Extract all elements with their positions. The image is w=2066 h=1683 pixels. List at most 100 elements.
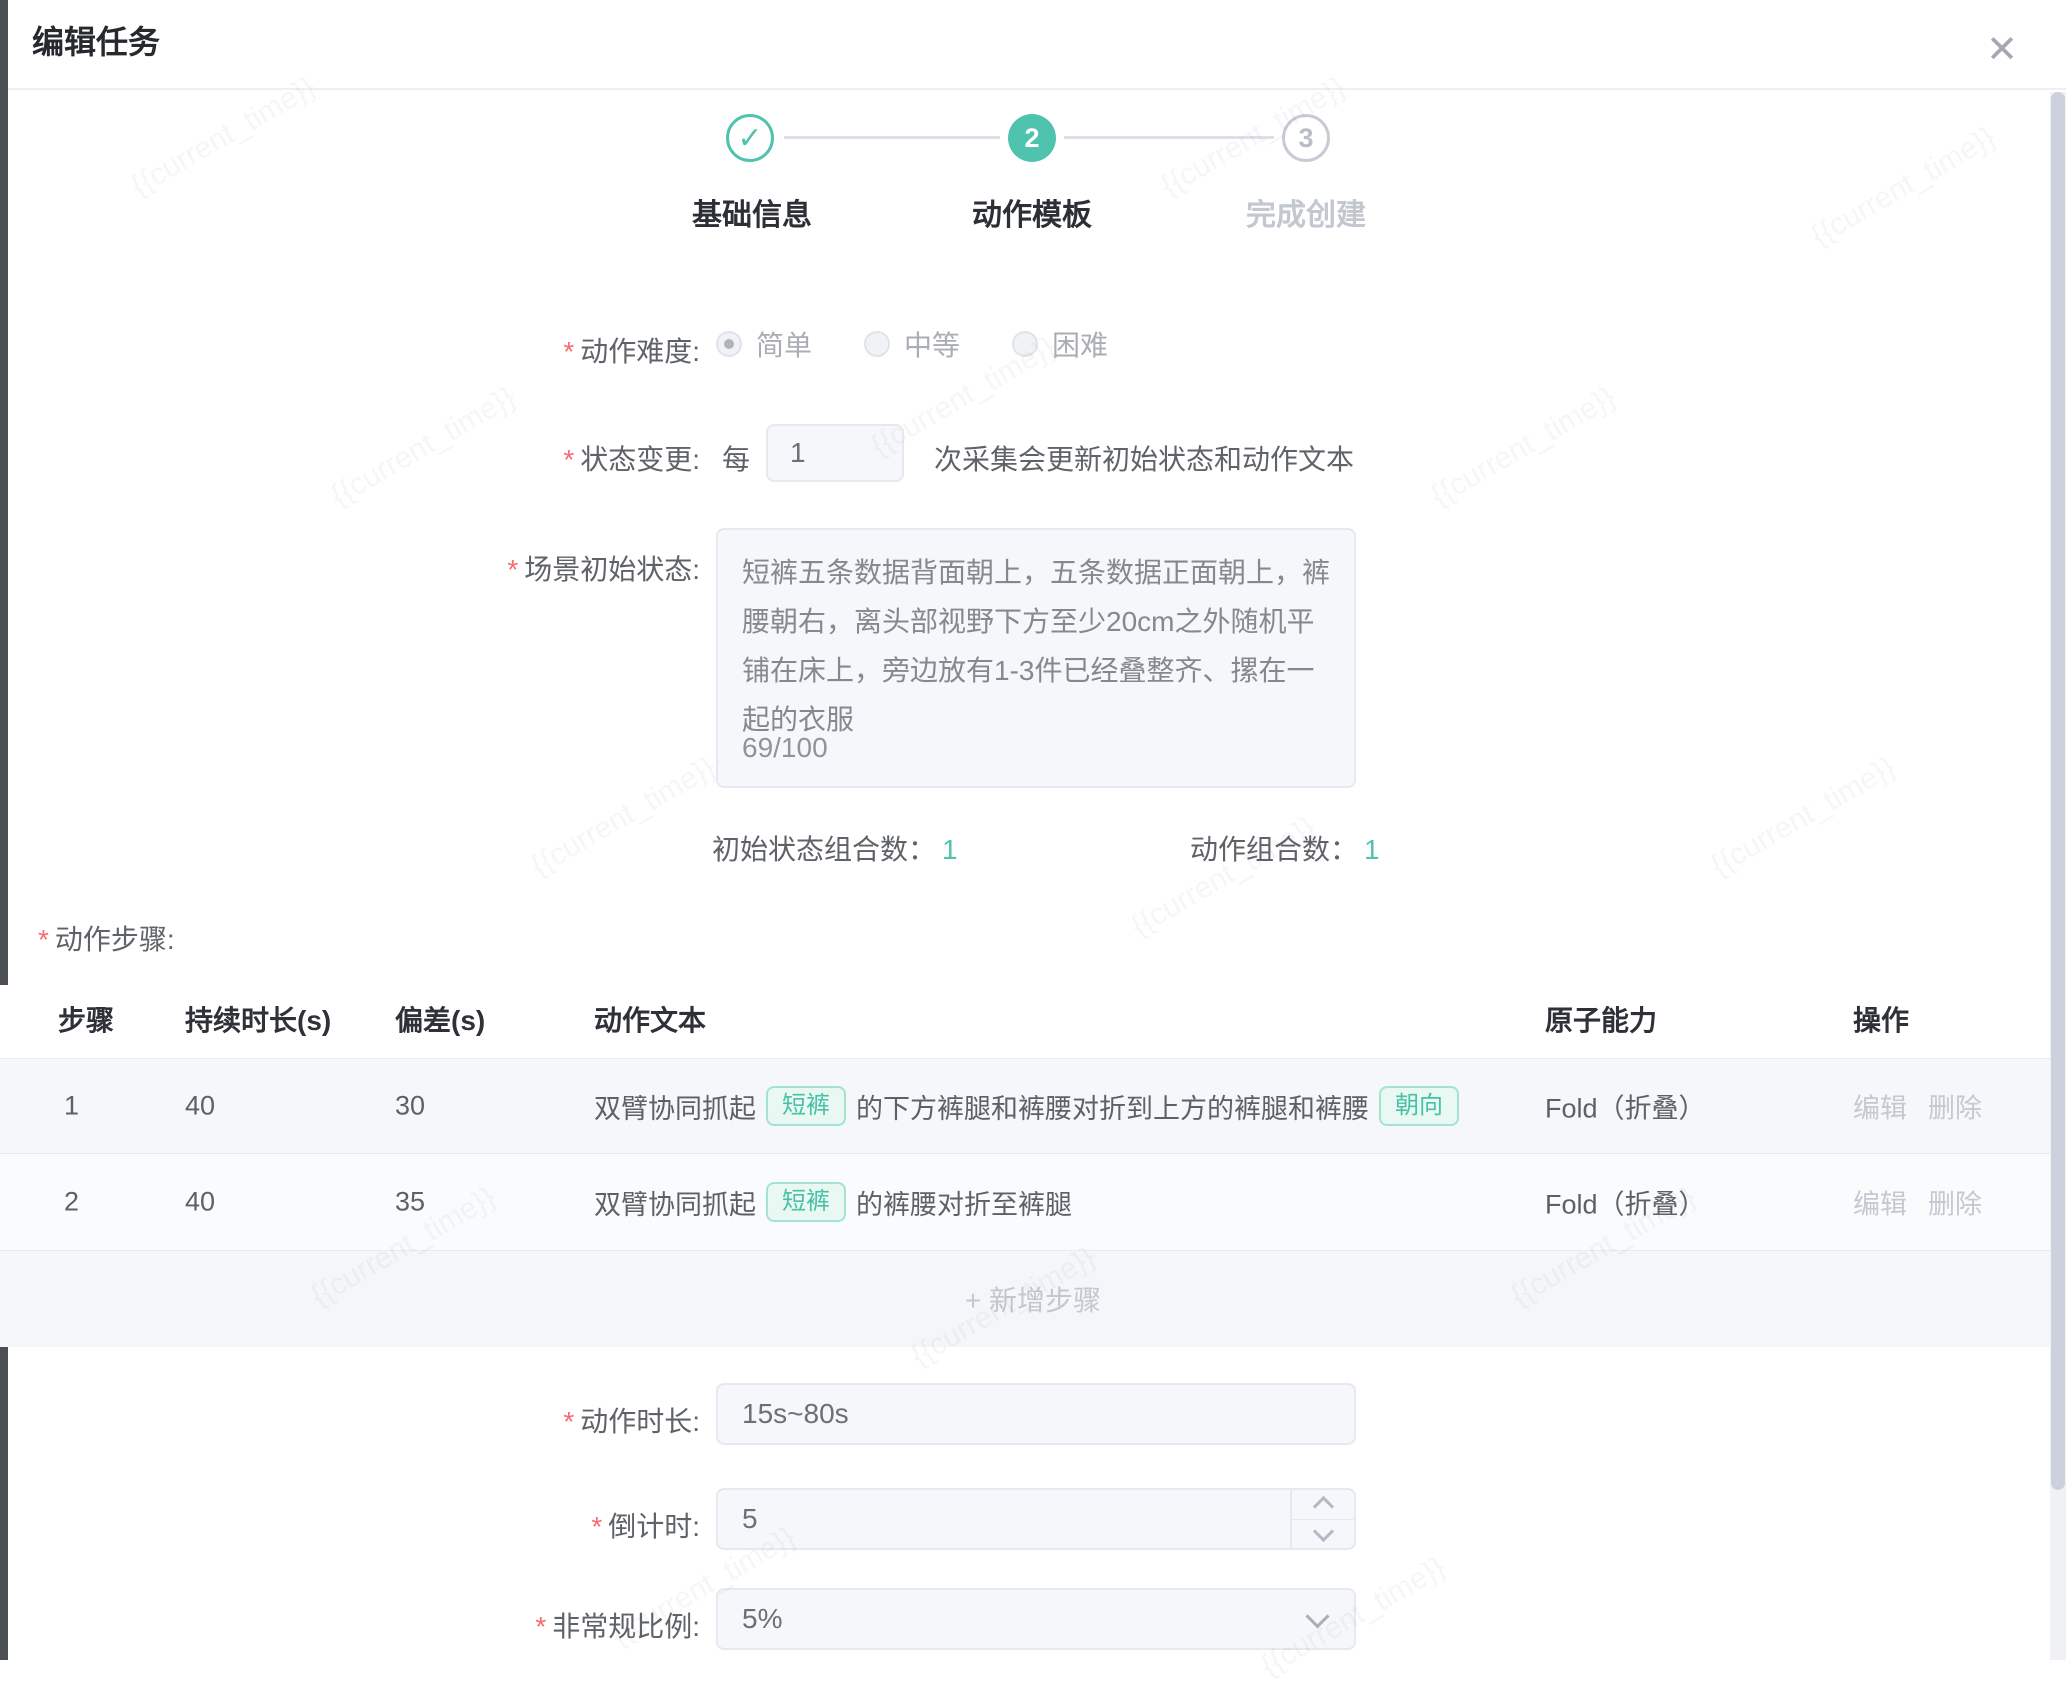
orientation-tag[interactable]: 朝向 — [1379, 1086, 1459, 1126]
duration-value: 40 — [185, 1187, 215, 1218]
step1-check-icon: ✓ — [726, 114, 774, 162]
radio-unselected-icon — [864, 331, 890, 357]
countdown-label: *倒计时: — [0, 1505, 700, 1545]
step3-number: 3 — [1298, 123, 1313, 154]
step-connector-2 — [1064, 136, 1274, 139]
required-mark: * — [563, 336, 574, 367]
chevron-up-icon — [1312, 1496, 1333, 1517]
decrease-button[interactable] — [1292, 1520, 1354, 1549]
col-action-text: 动作文本 — [594, 999, 706, 1039]
scrollbar-thumb[interactable] — [2051, 92, 2065, 1490]
unusual-ratio-label: *非常规比例: — [0, 1605, 700, 1645]
step-connector-1 — [784, 136, 1000, 139]
scrollbar-track[interactable] — [2050, 92, 2066, 1660]
col-offset: 偏差(s) — [395, 999, 485, 1039]
required-mark: * — [563, 444, 574, 475]
col-step: 步骤 — [58, 999, 114, 1039]
unusual-ratio-value: 5% — [742, 1603, 782, 1634]
initial-state-textarea[interactable]: 短裤五条数据背面朝上，五条数据正面朝上，裤腰朝右，离头部视野下方至少20cm之外… — [716, 528, 1356, 788]
add-step-row[interactable]: + 新增步骤 — [0, 1250, 2066, 1347]
action-steps-section-label: *动作步骤: — [38, 918, 175, 958]
action-text-part: 的裤腰对折至裤腿 — [856, 1183, 1072, 1222]
edit-link[interactable]: 编辑 — [1853, 1087, 1907, 1126]
step3-circle: 3 — [1282, 114, 1330, 162]
initial-state-text: 短裤五条数据背面朝上，五条数据正面朝上，裤腰朝右，离头部视野下方至少20cm之外… — [742, 557, 1330, 735]
dialog-title: 编辑任务 — [32, 22, 160, 62]
state-change-suffix: 次采集会更新初始状态和动作文本 — [934, 438, 1354, 478]
action-duration-label-text: 动作时长: — [580, 1406, 700, 1437]
action-combo-label: 动作组合数： — [1190, 834, 1358, 865]
unusual-ratio-label-text: 非常规比例: — [552, 1611, 700, 1642]
required-mark: * — [535, 1611, 546, 1642]
table-row: 2 40 35 双臂协同抓起 短裤 的裤腰对折至裤腿 Fold（折叠） 编辑 删… — [0, 1153, 2066, 1250]
initial-combo-value: 1 — [942, 834, 958, 865]
watermark: {{current_time}} — [125, 71, 321, 204]
add-step-button[interactable]: + 新增步骤 — [965, 1279, 1101, 1319]
action-combo-value: 1 — [1364, 834, 1380, 865]
countdown-label-text: 倒计时: — [608, 1511, 700, 1542]
action-combo-count: 动作组合数：1 — [1190, 828, 1380, 868]
increase-button[interactable] — [1292, 1490, 1354, 1520]
radio-easy[interactable]: 简单 — [716, 324, 812, 364]
offset-value: 35 — [395, 1187, 425, 1218]
delete-link[interactable]: 删除 — [1928, 1183, 1982, 1222]
edit-task-dialog: { "required_mark": "*", "dialog": { "tit… — [0, 0, 2066, 1660]
radio-easy-label: 简单 — [756, 324, 812, 364]
step-number: 1 — [64, 1091, 79, 1122]
watermark: {{current_time}} — [525, 751, 721, 884]
watermark: {{current_time}} — [1805, 121, 2001, 254]
initial-state-label-text: 场景初始状态: — [524, 554, 700, 585]
step3-label: 完成创建 — [1246, 190, 1366, 234]
required-mark: * — [591, 1511, 602, 1542]
initial-combo-label: 初始状态组合数： — [712, 834, 936, 865]
ability-value: Fold（折叠） — [1545, 1183, 1706, 1222]
action-text: 双臂协同抓起 短裤 的下方裤腿和裤腰对折到上方的裤腿和裤腰 朝向 — [594, 1086, 1459, 1126]
step2-label: 动作模板 — [972, 190, 1092, 234]
header-divider — [8, 88, 2066, 90]
object-tag[interactable]: 短裤 — [766, 1182, 846, 1222]
action-duration-label: *动作时长: — [0, 1400, 700, 1440]
unusual-ratio-select[interactable]: 5% — [716, 1588, 1356, 1650]
col-ability: 原子能力 — [1545, 999, 1657, 1039]
required-mark: * — [563, 1406, 574, 1437]
delete-link[interactable]: 删除 — [1928, 1087, 1982, 1126]
edit-link[interactable]: 编辑 — [1853, 1183, 1907, 1222]
action-text: 双臂协同抓起 短裤 的裤腰对折至裤腿 — [594, 1182, 1072, 1222]
required-mark: * — [38, 924, 49, 955]
action-duration-input[interactable]: 15s~80s — [716, 1383, 1356, 1445]
action-text-part: 双臂协同抓起 — [594, 1183, 756, 1222]
radio-medium[interactable]: 中等 — [864, 324, 960, 364]
step2-circle: 2 — [1008, 114, 1056, 162]
action-steps-label-text: 动作步骤: — [55, 924, 175, 955]
radio-hard[interactable]: 困难 — [1012, 324, 1108, 364]
watermark: {{current_time}} — [1705, 751, 1901, 884]
close-button[interactable]: ✕ — [1974, 22, 2030, 78]
radio-unselected-icon — [1012, 331, 1038, 357]
difficulty-label-text: 动作难度: — [580, 336, 700, 367]
countdown-input[interactable]: 5 — [716, 1488, 1356, 1550]
radio-hard-label: 困难 — [1052, 324, 1108, 364]
difficulty-radio-group: 简单 中等 困难 — [716, 324, 1108, 364]
col-duration: 持续时长(s) — [185, 999, 331, 1039]
step2-number: 2 — [1024, 123, 1039, 154]
initial-state-label: *场景初始状态: — [0, 548, 700, 588]
countdown-value: 5 — [742, 1503, 758, 1534]
radio-medium-label: 中等 — [904, 324, 960, 364]
watermark: {{current_time}} — [1425, 381, 1621, 514]
difficulty-label: *动作难度: — [0, 330, 700, 370]
object-tag[interactable]: 短裤 — [766, 1086, 846, 1126]
check-glyph: ✓ — [737, 121, 762, 156]
state-change-label: *状态变更: — [0, 438, 700, 478]
initial-combo-count: 初始状态组合数：1 — [712, 828, 958, 868]
table-header-row: 步骤 持续时长(s) 偏差(s) 动作文本 原子能力 操作 — [0, 985, 2066, 1058]
action-text-part: 的下方裤腿和裤腰对折到上方的裤腿和裤腰 — [856, 1087, 1369, 1126]
number-spinner — [1290, 1490, 1354, 1548]
offset-value: 30 — [395, 1091, 425, 1122]
radio-dot — [724, 339, 734, 349]
ability-value: Fold（折叠） — [1545, 1087, 1706, 1126]
close-icon: ✕ — [1986, 31, 2018, 69]
step1-label: 基础信息 — [692, 190, 812, 234]
char-counter: 69/100 — [742, 723, 828, 772]
chevron-down-icon — [1312, 1521, 1333, 1542]
state-change-input[interactable]: 1 — [766, 424, 904, 482]
